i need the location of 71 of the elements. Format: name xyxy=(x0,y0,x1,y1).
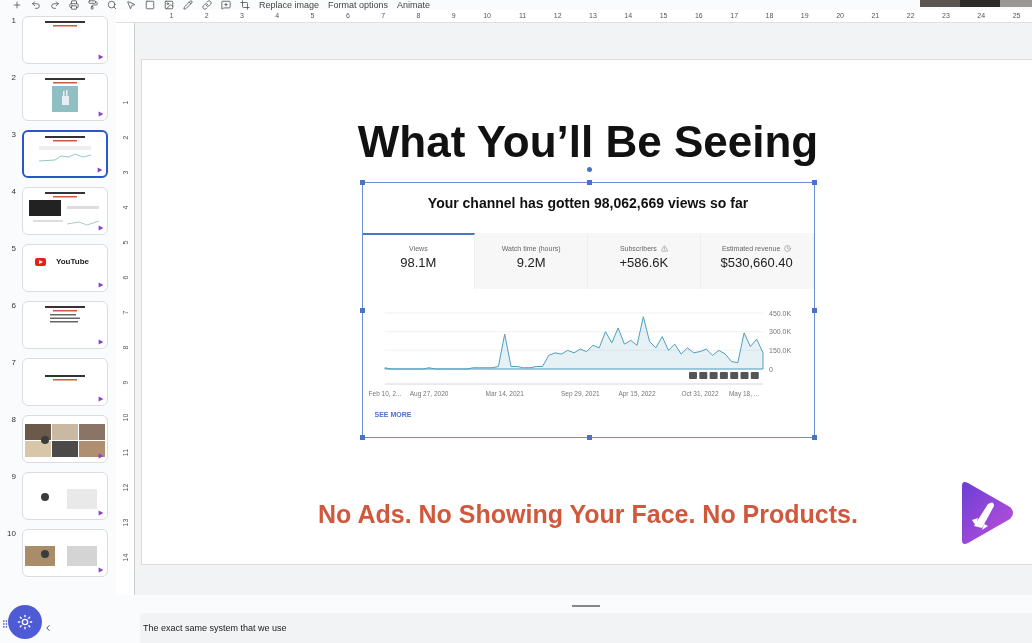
warning-icon xyxy=(660,245,668,252)
rotate-handle[interactable] xyxy=(586,167,592,172)
metric-value: 9.2M xyxy=(516,255,546,270)
crop-button[interactable] xyxy=(240,0,250,10)
play-logo-icon xyxy=(98,111,104,117)
resize-handle[interactable] xyxy=(811,180,817,185)
new-slide-button[interactable] xyxy=(12,0,22,10)
clock-icon xyxy=(784,245,792,252)
select-button[interactable] xyxy=(126,0,136,10)
resize-handle[interactable] xyxy=(359,435,365,440)
grip-icon[interactable] xyxy=(0,619,10,629)
text-lines-icon xyxy=(45,375,85,381)
text-lines-icon xyxy=(50,314,80,323)
slide-number: 8 xyxy=(10,415,16,424)
metric-value: +586.6K xyxy=(619,255,669,270)
comment-button[interactable] xyxy=(221,0,231,10)
slide-number: 1 xyxy=(10,16,16,25)
resize-handle[interactable] xyxy=(359,308,365,313)
metric-value: 98.1M xyxy=(400,255,437,270)
link-button[interactable] xyxy=(202,0,212,10)
speaker-notes[interactable]: The exact same system that we use xyxy=(140,613,1032,643)
play-logo-icon xyxy=(98,567,104,573)
slide-number: 3 xyxy=(10,130,16,139)
text-lines-icon xyxy=(45,136,85,142)
slide-thumbnail[interactable]: YouTube xyxy=(22,244,108,292)
play-logo-icon xyxy=(98,225,104,231)
play-logo-icon xyxy=(98,453,104,459)
undo-button[interactable] xyxy=(31,0,41,10)
resize-handle[interactable] xyxy=(811,308,817,313)
metric-value: $530,660.40 xyxy=(720,255,793,270)
resize-handle[interactable] xyxy=(811,435,817,440)
play-logo-icon xyxy=(98,396,104,402)
range-buttons-icon xyxy=(688,372,759,379)
toolbar-button[interactable]: Animate xyxy=(397,0,431,10)
play-logo-icon xyxy=(98,339,104,345)
slide-number: 5 xyxy=(10,244,16,253)
slide-number: 7 xyxy=(10,358,16,367)
resize-handle[interactable] xyxy=(586,180,592,185)
print-button[interactable] xyxy=(69,0,79,10)
slide-number: 6 xyxy=(10,301,16,310)
thumbnail-title: YouTube xyxy=(55,257,90,267)
play-logo-icon xyxy=(98,510,104,516)
slide-number: 9 xyxy=(10,472,16,481)
text-lines-icon xyxy=(45,306,85,312)
pen-button[interactable] xyxy=(183,0,193,10)
paint-format-button[interactable] xyxy=(88,0,98,10)
toolbar-button[interactable]: Replace image xyxy=(259,0,320,10)
resize-handle[interactable] xyxy=(586,435,592,440)
play-logo-icon xyxy=(98,54,104,60)
resize-handle[interactable] xyxy=(359,180,365,185)
play-icon xyxy=(35,257,46,266)
slide-title: What You’ll Be Seeing xyxy=(357,118,819,166)
zoom-button[interactable] xyxy=(107,0,117,10)
toolbar-button[interactable]: Format options xyxy=(328,0,389,10)
text-lines-icon xyxy=(45,21,85,27)
views-headline: Your channel has gotten 98,062,669 views so far xyxy=(426,195,750,211)
text-lines-icon xyxy=(45,78,85,84)
text-box-button[interactable] xyxy=(145,0,155,10)
image-button[interactable] xyxy=(164,0,174,10)
slide-number: 4 xyxy=(10,187,16,196)
sun-icon xyxy=(17,614,33,630)
play-logo-icon xyxy=(97,167,103,173)
slide-number: 2 xyxy=(10,73,16,82)
slide-caption: No Ads. No Showing Your Face. No Products. xyxy=(318,500,858,529)
slide-number: 10 xyxy=(6,529,16,538)
text-lines-icon xyxy=(45,192,85,198)
redo-button[interactable] xyxy=(50,0,60,10)
collapse-icon[interactable] xyxy=(43,623,53,633)
slide-thumbnail[interactable] xyxy=(22,130,108,178)
assistant-button[interactable] xyxy=(8,605,42,639)
play-logo-icon xyxy=(98,282,104,288)
